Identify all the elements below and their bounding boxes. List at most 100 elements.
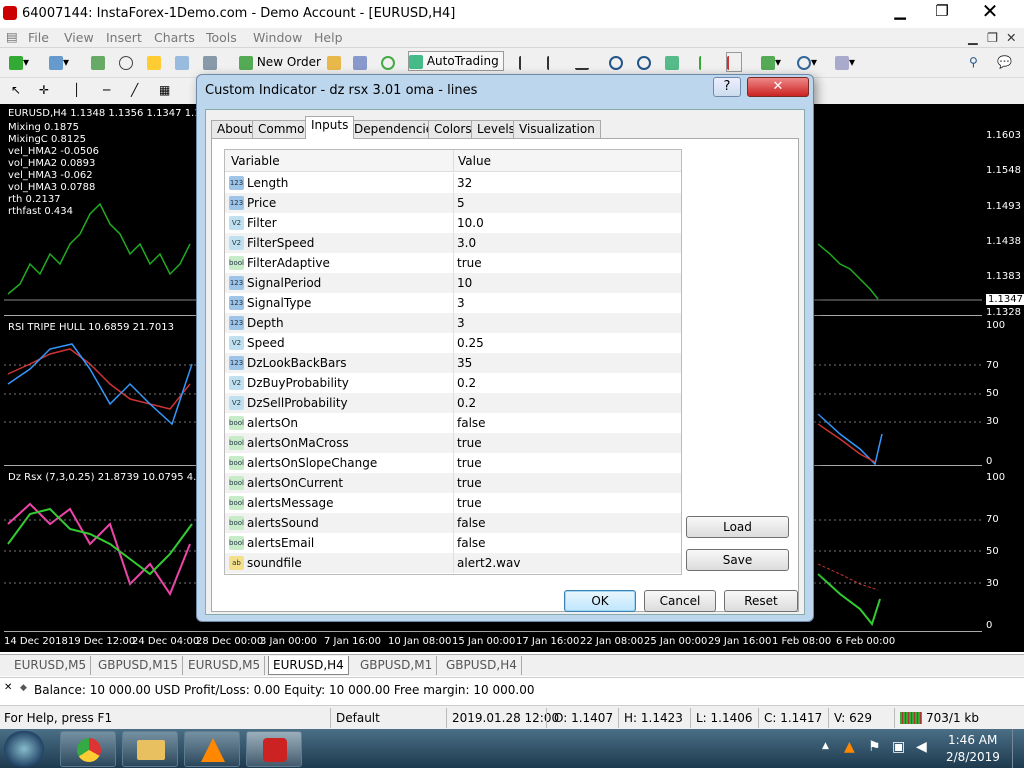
show-desktop-button[interactable]	[1012, 729, 1024, 768]
input-value[interactable]: true	[453, 453, 482, 473]
tile-windows-button[interactable]	[664, 52, 680, 72]
tab-visualization[interactable]: Visualization	[513, 120, 601, 138]
input-value[interactable]: true	[453, 473, 482, 493]
input-value[interactable]: false	[453, 513, 486, 533]
autotrading-button[interactable]: AutoTrading	[408, 51, 504, 71]
favorites-button[interactable]	[146, 52, 162, 72]
cancel-button[interactable]: Cancel	[644, 590, 716, 612]
candle-chart-button[interactable]	[546, 52, 562, 72]
tab-gbpusd-m1[interactable]: GBPUSD,M1	[356, 656, 438, 675]
input-value[interactable]: 0.2	[453, 373, 476, 393]
mdi-close-icon[interactable]: ✕	[1006, 30, 1016, 45]
market-watch-button[interactable]	[90, 52, 106, 72]
input-value[interactable]: 0.2	[453, 393, 476, 413]
volume-icon[interactable]: ◀	[916, 739, 927, 755]
input-row[interactable]: ab soundfile alert2.wav	[225, 553, 681, 573]
menu-view[interactable]: View	[64, 30, 94, 45]
vlc-taskbar-button[interactable]	[184, 731, 240, 767]
input-value[interactable]: true	[453, 433, 482, 453]
variable-column-header[interactable]: Variable	[231, 154, 280, 168]
market-button[interactable]	[380, 52, 396, 72]
maximize-button[interactable]: ❐	[922, 0, 962, 22]
ok-button[interactable]: OK	[564, 590, 636, 612]
input-row[interactable]: 123 SignalType 3	[225, 293, 681, 313]
input-value[interactable]: 10.0	[453, 213, 484, 233]
input-row[interactable]: bool alertsMessage true	[225, 493, 681, 513]
inputs-grid[interactable]: Variable Value 123 Length 32 123 Price 5 V2 Fil…	[224, 149, 682, 575]
tab-eurusd-m5-2[interactable]: EURUSD,M5	[184, 656, 266, 675]
templates-button[interactable]: ▾	[834, 52, 856, 72]
input-value[interactable]: 0.25	[453, 333, 484, 353]
input-row[interactable]: V2 FilterSpeed 3.0	[225, 233, 681, 253]
tester-button[interactable]	[202, 52, 218, 72]
mdi-restore-icon[interactable]: ❐	[987, 30, 998, 45]
input-row[interactable]: bool alertsOnMaCross true	[225, 433, 681, 453]
input-row[interactable]: 123 Price 5	[225, 193, 681, 213]
zoom-in-button[interactable]	[608, 52, 624, 72]
vertical-line-button[interactable]: │	[72, 80, 81, 100]
input-row[interactable]: V2 Filter 10.0	[225, 213, 681, 233]
input-value[interactable]: 3	[453, 293, 465, 313]
input-row[interactable]: 123 Length 32	[225, 173, 681, 193]
input-value[interactable]: 35	[453, 353, 472, 373]
vlc-tray-icon[interactable]: ▲	[844, 739, 855, 755]
tab-eurusd-m5[interactable]: EURUSD,M5	[10, 656, 92, 675]
menu-tools[interactable]: Tools	[206, 30, 237, 45]
input-row[interactable]: V2 DzBuyProbability 0.2	[225, 373, 681, 393]
bar-chart-button[interactable]	[518, 52, 534, 72]
close-icon[interactable]: ✕	[4, 682, 12, 693]
menu-window[interactable]: Window	[253, 30, 302, 45]
cursor-button[interactable]: ↖	[10, 80, 22, 100]
input-value[interactable]: 5	[453, 193, 465, 213]
crosshair-button[interactable]: ✛	[38, 80, 50, 100]
input-row[interactable]: bool alertsOnCurrent true	[225, 473, 681, 493]
line-chart-button[interactable]	[574, 52, 590, 72]
navigator-button[interactable]	[118, 52, 134, 72]
new-chart-button[interactable]: ▾	[8, 52, 30, 72]
close-button[interactable]: ✕	[964, 0, 1016, 22]
input-value[interactable]: alert2.wav	[453, 553, 520, 573]
input-row[interactable]: 123 SignalPeriod 10	[225, 273, 681, 293]
trendline-button[interactable]: ╱	[130, 80, 139, 100]
save-button[interactable]: Save	[686, 549, 789, 571]
chrome-taskbar-button[interactable]	[60, 731, 116, 767]
input-value[interactable]: 3	[453, 313, 465, 333]
input-row[interactable]: 123 DzLookBackBars 35	[225, 353, 681, 373]
input-row[interactable]: 123 Depth 3	[225, 313, 681, 333]
input-row[interactable]: bool FilterAdaptive true	[225, 253, 681, 273]
zoom-out-button[interactable]	[636, 52, 652, 72]
explorer-taskbar-button[interactable]	[122, 731, 178, 767]
input-row[interactable]: V2 DzSellProbability 0.2	[225, 393, 681, 413]
load-button[interactable]: Load	[686, 516, 789, 538]
input-value[interactable]: false	[453, 533, 486, 553]
metatrader-taskbar-button[interactable]	[246, 731, 302, 767]
input-value[interactable]: 3.0	[453, 233, 476, 253]
new-order-button[interactable]: New Order	[238, 52, 326, 72]
tab-inputs[interactable]: Inputs	[305, 116, 355, 139]
menu-charts[interactable]: Charts	[154, 30, 195, 45]
periods-button[interactable]: ▾	[796, 52, 818, 72]
start-button[interactable]	[4, 731, 44, 767]
autoscroll-button[interactable]	[726, 52, 742, 72]
fibo-button[interactable]: ▦	[158, 80, 171, 100]
chat-icon[interactable]: 💬	[996, 52, 1013, 72]
input-value[interactable]: true	[453, 493, 482, 513]
tray-date[interactable]: 2/8/2019	[946, 750, 1000, 764]
input-value[interactable]: false	[453, 413, 486, 433]
horizontal-line-button[interactable]: ─	[102, 80, 111, 100]
dialog-close-button[interactable]: ✕	[747, 77, 809, 97]
menu-file[interactable]: File	[28, 30, 49, 45]
metaeditor-button[interactable]	[326, 52, 342, 72]
tray-time[interactable]: 1:46 AM	[948, 733, 997, 747]
flag-icon[interactable]: ⚑	[868, 739, 881, 755]
input-value[interactable]: 32	[453, 173, 472, 193]
tab-gbpusd-m15[interactable]: GBPUSD,M15	[94, 656, 183, 675]
tab-gbpusd-h4[interactable]: GBPUSD,H4	[442, 656, 522, 675]
input-row[interactable]: bool alertsSound false	[225, 513, 681, 533]
search-icon[interactable]: ⚲	[968, 52, 979, 72]
network-icon[interactable]: ▣	[892, 739, 905, 755]
input-row[interactable]: bool alertsOnSlopeChange true	[225, 453, 681, 473]
menu-help[interactable]: Help	[314, 30, 343, 45]
input-row[interactable]: V2 Speed 0.25	[225, 333, 681, 353]
reset-button[interactable]: Reset	[724, 590, 798, 612]
